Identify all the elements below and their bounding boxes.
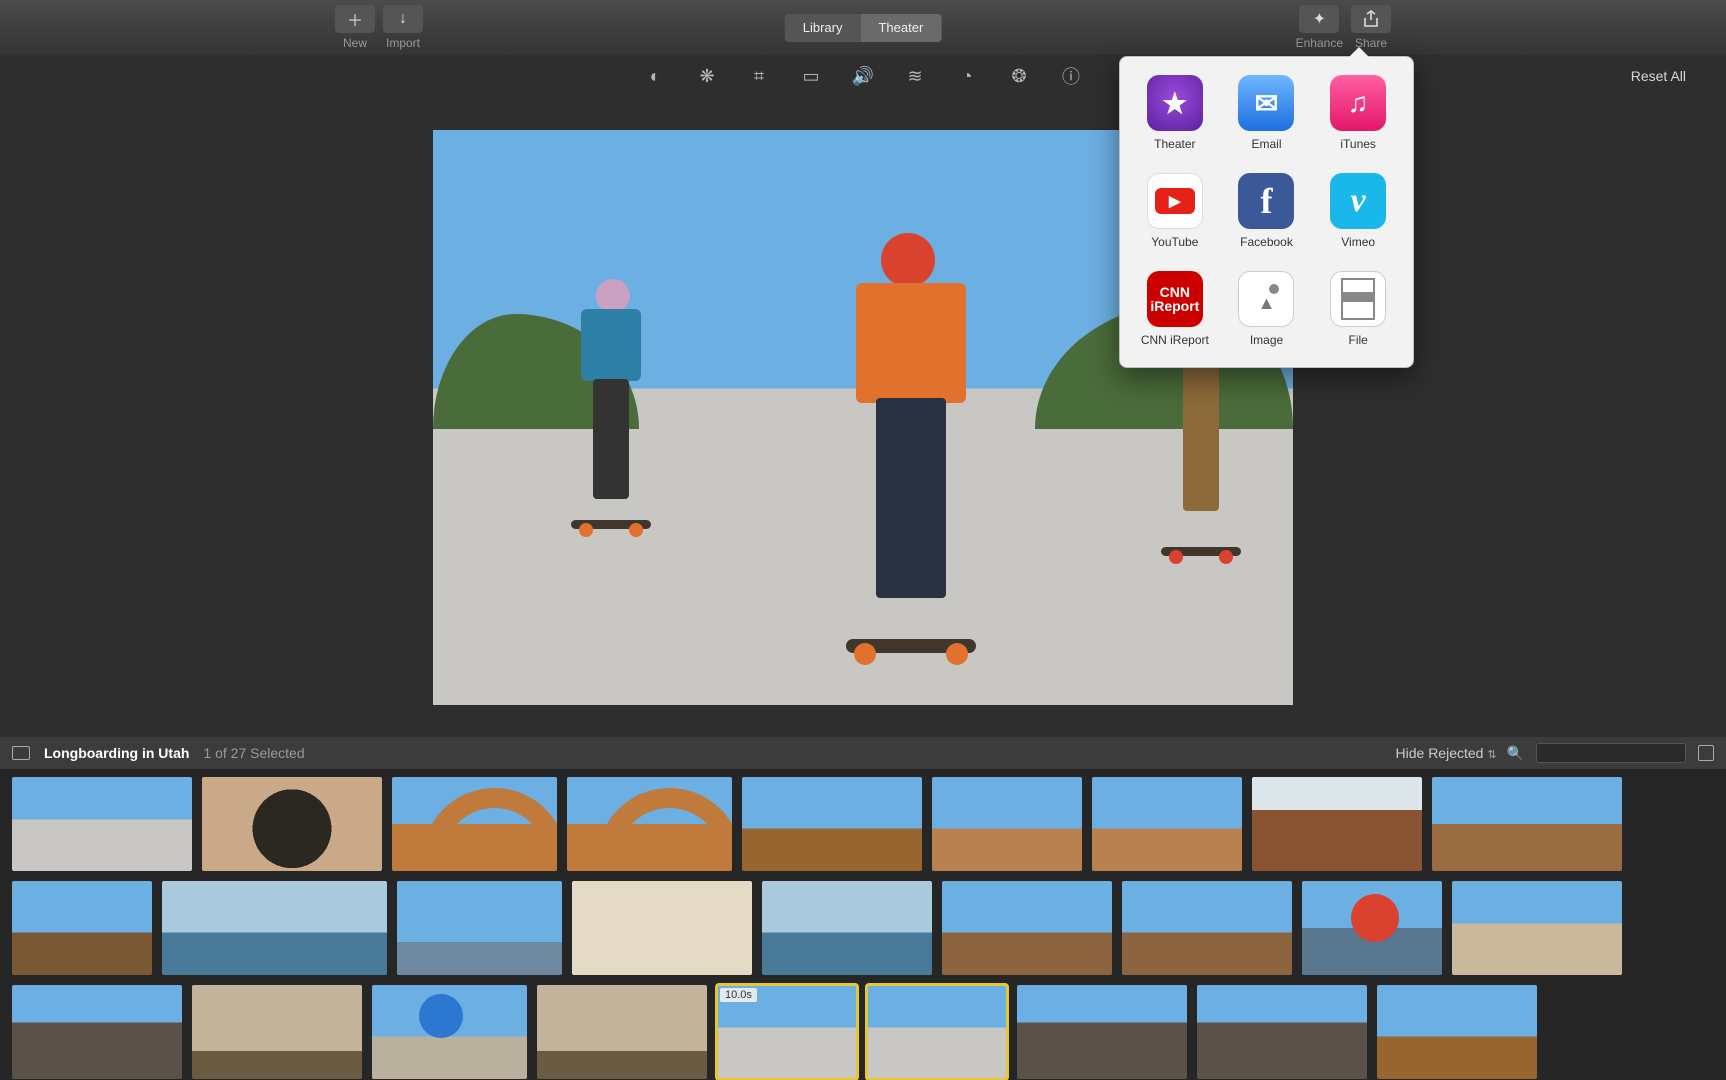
share-option-label: File (1348, 333, 1367, 347)
share-option-label: CNN iReport (1141, 333, 1209, 347)
info-icon[interactable]: ⓘ (1060, 65, 1082, 87)
library-tab[interactable]: Library (785, 14, 861, 42)
clip-thumbnail[interactable]: 10.0s (717, 985, 857, 1079)
filter-rejected-button[interactable]: Hide Rejected ⇅ (1396, 745, 1495, 761)
share-option-theater[interactable]: Theater (1134, 75, 1216, 151)
clip-thumbnail[interactable] (1017, 985, 1187, 1079)
clip-thumbnail[interactable] (1092, 777, 1242, 871)
youtube-icon (1147, 173, 1203, 229)
filter-rejected-label: Hide Rejected (1396, 745, 1484, 761)
facebook-icon (1238, 173, 1294, 229)
import-icon: ↓ (399, 10, 407, 28)
share-option-facebook[interactable]: Facebook (1226, 173, 1308, 249)
theater-tab[interactable]: Theater (860, 14, 941, 42)
adjustment-toolbar: ◐ ❋ ⌗ ▭ 🔊 ≋ ◔ ❂ ⓘ Reset All (0, 55, 1726, 97)
clip-thumbnail[interactable] (202, 777, 382, 871)
share-icon (1363, 10, 1379, 28)
clip-thumbnail[interactable] (12, 881, 152, 975)
clip-thumbnail[interactable] (1122, 881, 1292, 975)
import-label: Import (386, 36, 420, 50)
image-icon (1238, 271, 1294, 327)
clip-thumbnail[interactable] (742, 777, 922, 871)
color-wheel-icon[interactable]: ❋ (696, 65, 718, 87)
share-option-cnn[interactable]: CNN iReport (1134, 271, 1216, 347)
clip-thumbnail[interactable] (397, 881, 562, 975)
color-balance-icon[interactable]: ◐ (644, 65, 666, 87)
clip-thumbnail[interactable] (1432, 777, 1622, 871)
clip-thumbnail[interactable] (372, 985, 527, 1079)
clip-thumbnail[interactable] (1377, 985, 1537, 1079)
search-input[interactable] (1536, 743, 1686, 763)
share-option-email[interactable]: Email (1226, 75, 1308, 151)
share-option-image[interactable]: Image (1226, 271, 1308, 347)
import-button[interactable]: ↓ (383, 5, 423, 33)
viewer-pane (0, 97, 1726, 737)
clip-thumbnail[interactable] (1452, 881, 1622, 975)
crop-icon[interactable]: ⌗ (748, 65, 770, 87)
clip-browser: 10.0s (0, 769, 1726, 1080)
chevron-updown-icon: ⇅ (1487, 749, 1494, 761)
share-option-label: Theater (1154, 137, 1195, 151)
cnn-icon (1147, 271, 1203, 327)
wand-icon: ✦ (1313, 9, 1326, 29)
file-icon (1330, 271, 1386, 327)
clip-thumbnail[interactable] (162, 881, 387, 975)
share-option-vimeo[interactable]: Vimeo (1317, 173, 1399, 249)
selection-status: 1 of 27 Selected (203, 745, 304, 761)
clip-thumbnail[interactable] (192, 985, 362, 1079)
share-option-itunes[interactable]: iTunes (1317, 75, 1399, 151)
enhance-label: Enhance (1296, 36, 1343, 50)
clip-row: 10.0s (12, 985, 1714, 1079)
reset-all-button[interactable]: Reset All (1631, 68, 1686, 84)
clip-thumbnail[interactable] (1197, 985, 1367, 1079)
layout-toggle-icon[interactable] (12, 746, 30, 760)
clip-thumbnail[interactable] (537, 985, 707, 1079)
new-label: New (343, 36, 367, 50)
clip-thumbnail[interactable] (867, 985, 1007, 1079)
share-option-label: iTunes (1340, 137, 1376, 151)
skater-left-illustration (571, 279, 651, 529)
share-option-file[interactable]: File (1317, 271, 1399, 347)
view-mode-segment: Library Theater (785, 14, 942, 42)
clip-thumbnail[interactable] (572, 881, 752, 975)
email-icon (1238, 75, 1294, 131)
plus-icon: ＋ (347, 7, 363, 31)
browser-header: Longboarding in Utah 1 of 27 Selected Hi… (0, 737, 1726, 769)
itunes-icon (1330, 75, 1386, 131)
share-option-label: Email (1251, 137, 1281, 151)
theater-icon (1147, 75, 1203, 131)
share-option-label: Vimeo (1341, 235, 1375, 249)
skater-center-illustration (846, 233, 976, 653)
new-button[interactable]: ＋ (335, 5, 375, 33)
main-toolbar: ＋ New ↓ Import Library Theater ✦ Enhance (0, 0, 1726, 55)
share-option-youtube[interactable]: YouTube (1134, 173, 1216, 249)
share-option-label: Image (1250, 333, 1283, 347)
clip-thumbnail[interactable] (12, 985, 182, 1079)
clip-row (12, 881, 1714, 975)
effects-icon[interactable]: ❂ (1008, 65, 1030, 87)
share-option-label: YouTube (1151, 235, 1198, 249)
enhance-button[interactable]: ✦ (1299, 5, 1339, 33)
project-title: Longboarding in Utah (44, 745, 189, 761)
clip-thumbnail[interactable] (942, 881, 1112, 975)
vimeo-icon (1330, 173, 1386, 229)
clip-thumbnail[interactable] (932, 777, 1082, 871)
noise-reduce-icon[interactable]: ≋ (904, 65, 926, 87)
clip-appearance-icon[interactable] (1698, 745, 1714, 761)
clip-thumbnail[interactable] (762, 881, 932, 975)
clip-duration-badge: 10.0s (720, 988, 757, 1002)
clip-thumbnail[interactable] (12, 777, 192, 871)
share-popover: Theater Email iTunes YouTube Facebook Vimeo CN… (1119, 56, 1414, 368)
clip-thumbnail[interactable] (1302, 881, 1442, 975)
stabilize-icon[interactable]: ▭ (800, 65, 822, 87)
clip-thumbnail[interactable] (392, 777, 557, 871)
speed-icon[interactable]: ◔ (956, 65, 978, 87)
share-button[interactable] (1351, 5, 1391, 33)
clip-thumbnail[interactable] (1252, 777, 1422, 871)
search-icon: 🔍 (1507, 745, 1524, 762)
share-option-label: Facebook (1240, 235, 1293, 249)
volume-icon[interactable]: 🔊 (852, 65, 874, 87)
clip-row (12, 777, 1714, 871)
clip-thumbnail[interactable] (567, 777, 732, 871)
